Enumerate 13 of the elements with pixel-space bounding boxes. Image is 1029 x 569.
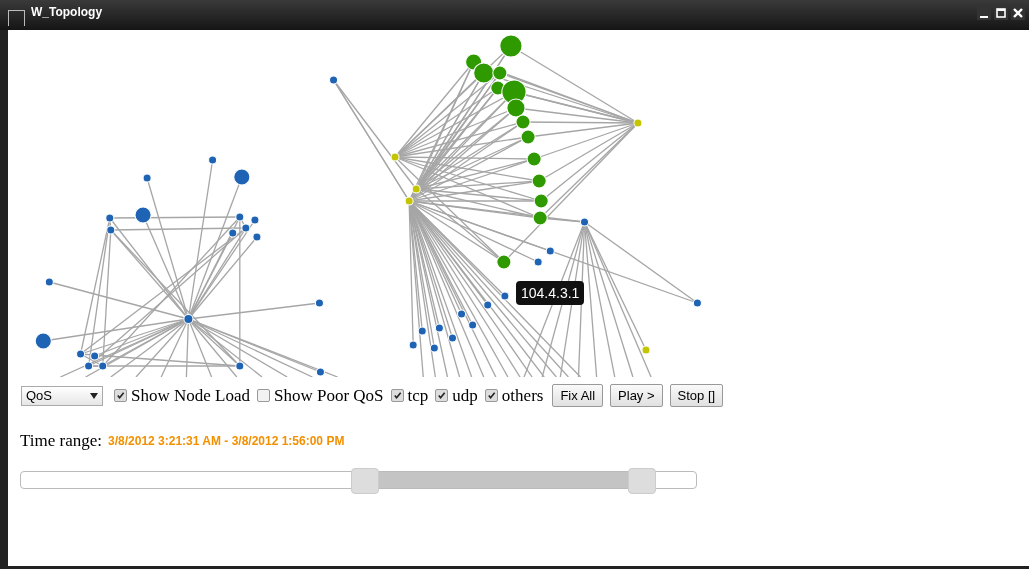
checkbox-label: others: [501, 385, 544, 406]
time-range-label: Time range:: [20, 431, 102, 451]
checkbox-label: tcp: [407, 385, 429, 406]
checkbox-label: Show Poor QoS: [274, 385, 384, 406]
time-range-value: 3/8/2012 3:21:31 AM - 3/8/2012 1:56:00 PM: [108, 434, 345, 448]
control-button[interactable]: Play >: [610, 384, 663, 407]
control-button[interactable]: Stop []: [669, 384, 724, 407]
mode-dropdown[interactable]: QoS: [21, 385, 103, 406]
tooltip: 104.4.3.1: [516, 281, 585, 305]
checkbox-label: Show Node Load: [131, 385, 250, 406]
control-button[interactable]: Fix All: [552, 384, 604, 407]
window-title: W_Topology: [31, 5, 104, 19]
checkbox-label: udp: [452, 385, 478, 406]
